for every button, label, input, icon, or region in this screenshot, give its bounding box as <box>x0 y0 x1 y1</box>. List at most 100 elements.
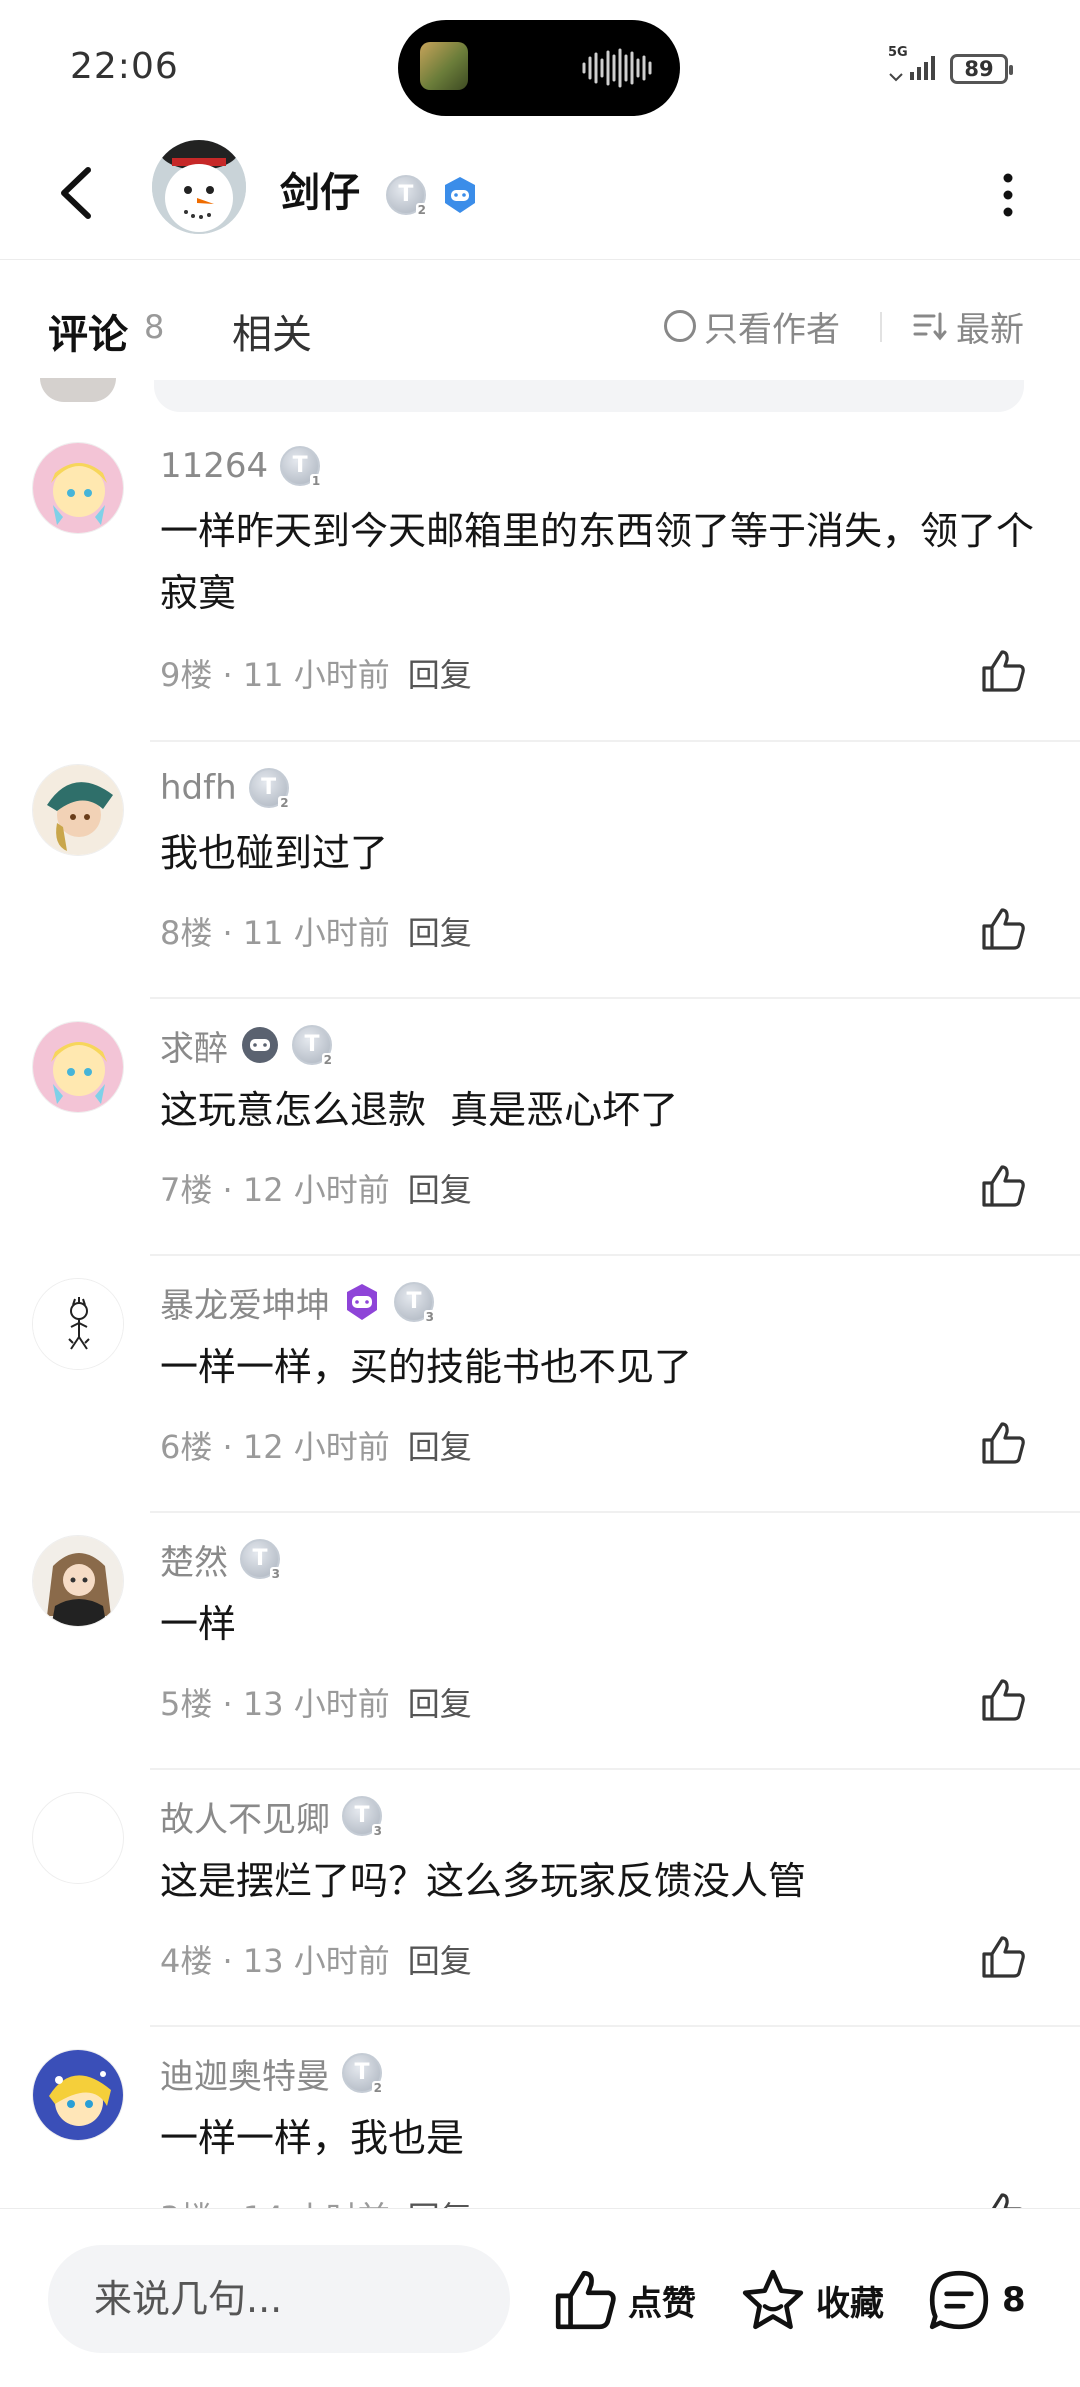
username[interactable]: 迪迦奥特曼 <box>160 2049 330 2098</box>
status-time: 22:06 <box>70 46 179 87</box>
signal-icon <box>889 56 935 82</box>
author-name-text: 剑仔 <box>280 170 360 216</box>
dynamic-island[interactable] <box>398 20 680 116</box>
back-icon[interactable] <box>50 158 110 228</box>
comment-text: 一样一样，我也是 <box>160 2116 465 2160</box>
sort-button[interactable]: 最新 <box>912 304 1024 350</box>
media-thumbnail <box>420 42 468 90</box>
comments-count-label: 8 <box>1002 2280 1026 2320</box>
favorite-button[interactable]: 收藏 <box>740 2265 884 2335</box>
author-only-toggle[interactable]: 只看作者 <box>664 304 840 350</box>
comment-meta: 8楼 · 11 小时前 回复 <box>160 914 472 952</box>
username[interactable]: 11264 <box>160 446 268 486</box>
username[interactable]: 暴龙爱坤坤 <box>160 1278 330 1327</box>
tab-related[interactable]: 相关 <box>232 302 312 360</box>
level-badge-icon: T1 <box>280 446 323 488</box>
comment-text: 一样一样，买的技能书也不见了 <box>160 1345 693 1389</box>
level-badge-icon: T2 <box>248 768 291 810</box>
like-icon[interactable] <box>978 904 1028 954</box>
comment-text: 这玩意怎么退款 真是恶心坏了 <box>160 1088 679 1132</box>
sort-icon <box>913 312 947 341</box>
avatar[interactable] <box>32 764 124 856</box>
comment-item: hdfh T2 我也碰到过了 8楼 · 11 小时前 回复 <box>0 742 1080 999</box>
comment-meta: 6楼 · 12 小时前 回复 <box>160 1428 472 1466</box>
comment-item: 楚然 T3 一样 5楼 · 13 小时前 回复 <box>0 1513 1080 1770</box>
avatar[interactable] <box>32 1535 124 1627</box>
avatar[interactable] <box>32 1021 124 1113</box>
floor: 4楼 <box>160 1942 213 1980</box>
reply-button[interactable]: 回复 <box>408 1171 472 1209</box>
comments-button[interactable]: 8 <box>926 2265 1026 2335</box>
like-label: 点赞 <box>628 2283 696 2324</box>
username[interactable]: 故人不见卿 <box>160 1792 330 1841</box>
avatar[interactable] <box>32 442 124 534</box>
reply-button[interactable]: 回复 <box>408 914 472 952</box>
comment-meta: 7楼 · 12 小时前 回复 <box>160 1171 472 1209</box>
comment-item: 11264 T1 一样昨天到今天邮箱里的东西领了等于消失，领了个寂寞 9楼 · … <box>0 420 1080 742</box>
username[interactable]: 楚然 <box>160 1535 228 1584</box>
gamepad-badge-icon <box>240 1025 280 1065</box>
timestamp: 12 小时前 <box>242 1171 390 1209</box>
avatar <box>40 378 116 402</box>
status-bar: 22:06 5G 89 <box>0 0 1080 130</box>
like-icon[interactable] <box>978 1675 1028 1725</box>
level-badge-icon: T2 <box>292 1025 334 1067</box>
comment-text: 这是摆烂了吗？这么多玩家反馈没人管 <box>160 1859 807 1903</box>
snowman-icon <box>152 140 246 234</box>
audio-wave-icon <box>582 48 652 88</box>
comment-item: 暴龙爱坤坤 T3 一样一样，买的技能书也不见了 6楼 · 12 小时前 回复 <box>0 1256 1080 1513</box>
battery-indicator: 89 <box>950 54 1013 84</box>
timestamp: 12 小时前 <box>242 1428 390 1466</box>
avatar[interactable] <box>32 1792 124 1884</box>
comment-text: 一样昨天到今天邮箱里的东西领了等于消失，领了个寂寞 <box>160 509 1035 615</box>
level-badge-icon: T3 <box>342 1796 384 1838</box>
divider <box>880 312 882 342</box>
level-badge-icon: T3 <box>240 1539 282 1581</box>
comment-item: 迪迦奥特曼 T2 一样一样，我也是 3楼 · 14 小时前回复 <box>0 2027 1080 2210</box>
timestamp: 13 小时前 <box>242 1685 390 1723</box>
timestamp: 11 小时前 <box>242 914 390 952</box>
post-header: 剑仔 T2 <box>0 130 1080 260</box>
reply-button[interactable]: 回复 <box>408 1428 472 1466</box>
tab-comments[interactable]: 评论 <box>48 302 128 366</box>
comment-meta: 4楼 · 13 小时前 回复 <box>160 1942 472 1980</box>
sort-label: 最新 <box>956 309 1024 350</box>
comment-tabs: 评论 8 相关 只看作者 最新 <box>0 262 1080 392</box>
radio-icon <box>664 310 696 342</box>
like-icon[interactable] <box>978 1161 1028 1211</box>
gamepad-badge-icon <box>342 1282 382 1322</box>
comment-icon <box>929 2270 989 2330</box>
avatar[interactable] <box>32 1278 124 1370</box>
gamepad-badge-icon <box>440 175 480 215</box>
level-badge-icon: T2 <box>342 2053 384 2095</box>
author-name[interactable]: 剑仔 T2 <box>280 160 480 218</box>
level-badge-icon: T3 <box>394 1282 436 1324</box>
like-icon <box>555 2270 616 2330</box>
like-button[interactable]: 点赞 <box>552 2265 696 2335</box>
reply-button[interactable]: 回复 <box>408 1942 472 1980</box>
comment-text: 我也碰到过了 <box>160 831 389 875</box>
like-icon[interactable] <box>978 1418 1028 1468</box>
comment-input[interactable]: 来说几句... <box>48 2245 510 2353</box>
reply-preview <box>154 380 1024 412</box>
reply-button[interactable]: 回复 <box>408 656 472 694</box>
like-icon[interactable] <box>978 2189 1028 2210</box>
comments-count: 8 <box>144 308 165 346</box>
like-icon[interactable] <box>978 646 1028 696</box>
comment-item: 求醉 T2 这玩意怎么退款 真是恶心坏了 7楼 · 12 小时前 回复 <box>0 999 1080 1256</box>
comment-text: 一样 <box>160 1602 237 1646</box>
floor: 7楼 <box>160 1171 213 1209</box>
timestamp: 13 小时前 <box>242 1942 390 1980</box>
avatar[interactable] <box>32 2049 124 2141</box>
comment-meta: 9楼 · 11 小时前 回复 <box>160 656 472 694</box>
comment-list: 11264 T1 一样昨天到今天邮箱里的东西领了等于消失，领了个寂寞 9楼 · … <box>0 420 1080 2210</box>
author-avatar[interactable] <box>152 140 246 234</box>
username[interactable]: 求醉 <box>160 1021 228 1070</box>
reply-button[interactable]: 回复 <box>408 1685 472 1723</box>
floor: 8楼 <box>160 914 213 952</box>
bottom-action-bar: 来说几句... 点赞 收藏 8 <box>0 2208 1080 2387</box>
timestamp: 11 小时前 <box>242 656 390 694</box>
like-icon[interactable] <box>978 1932 1028 1982</box>
username[interactable]: hdfh <box>160 768 237 808</box>
more-icon[interactable] <box>998 170 1018 220</box>
